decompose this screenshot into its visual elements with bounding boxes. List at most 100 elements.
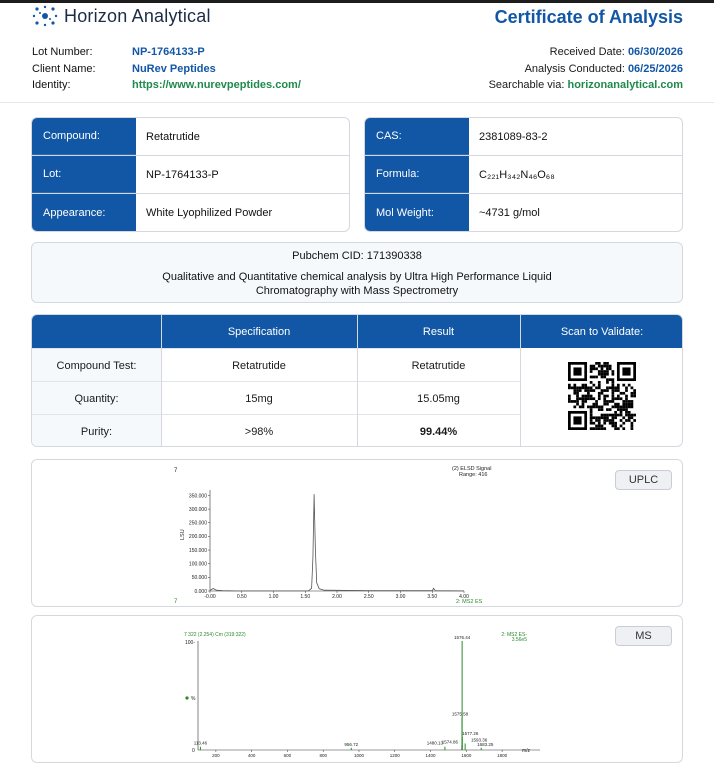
uplc-y-label: LSU <box>180 529 186 540</box>
qr-module <box>568 383 571 387</box>
qr-module <box>611 419 615 422</box>
qr-module <box>584 394 588 398</box>
qr-module <box>625 397 628 401</box>
qr-module <box>581 394 585 398</box>
qr-module <box>611 389 615 392</box>
qr-module <box>595 367 598 371</box>
uplc-x-tick-label: 4.00 <box>459 594 469 600</box>
qr-module <box>606 372 609 376</box>
ms-header-left: 7 322 (2.254) Cm (319:322) <box>184 632 246 638</box>
qr-module <box>611 370 615 373</box>
uplc-axes: 350.000 300.000 250.000 200.000 150.000 100.0… <box>189 490 469 600</box>
col-divider <box>357 315 358 446</box>
qr-module <box>611 378 615 382</box>
qr-module <box>606 402 609 406</box>
qr-module <box>581 400 585 403</box>
qr-module <box>603 364 607 368</box>
qr-module <box>603 419 607 422</box>
qr-module <box>619 413 623 417</box>
qr-module <box>606 381 609 384</box>
qr-module <box>581 397 585 401</box>
qr-module <box>592 397 596 401</box>
formula-label: Formula: <box>365 156 469 193</box>
specification-table: Specification Result Scan to Validate: C… <box>31 314 683 447</box>
brand-logo[interactable]: Horizon Analytical <box>32 5 211 27</box>
col-divider <box>161 315 162 446</box>
ms-x-tick-label: 1800 <box>497 753 508 758</box>
qr-module <box>592 416 596 420</box>
qr-module <box>589 427 593 430</box>
qr-module <box>573 389 577 392</box>
result-cell: Retatrutide <box>411 359 466 372</box>
qr-module <box>630 427 634 430</box>
qr-module <box>589 367 593 371</box>
table-row: Purity: >98% 99.44% <box>32 414 520 446</box>
qr-module <box>627 402 631 406</box>
qr-module <box>625 408 628 411</box>
qr-module <box>622 421 626 425</box>
qr-module <box>576 397 579 401</box>
formula-value: C₂₂₁H₃₄₂N₄₆O₆₈ <box>479 168 555 181</box>
uplc-x-tick-label: 2.00 <box>332 594 342 600</box>
qr-module <box>603 402 607 406</box>
qr-module <box>630 421 634 425</box>
qr-module <box>614 421 617 425</box>
qr-module <box>587 405 590 409</box>
qr-module <box>576 394 579 398</box>
qr-module <box>592 421 596 425</box>
uplc-x-tick-label: 1.00 <box>269 594 279 600</box>
qr-module <box>630 402 634 406</box>
identity-link[interactable]: https://www.nurevpeptides.com/ <box>132 77 301 94</box>
appearance-label: Appearance: <box>32 194 136 231</box>
uplc-y-tick-label: 100.000 <box>189 562 207 568</box>
qr-code-icon[interactable] <box>568 362 636 430</box>
result-cell: 99.44% <box>419 425 458 438</box>
table-row: Quantity: 15mg 15.05mg <box>32 381 520 415</box>
qr-module <box>595 400 598 403</box>
qr-module <box>597 419 601 422</box>
qr-module <box>595 419 598 422</box>
ms-x-tick-label: 1600 <box>461 753 472 758</box>
qr-module <box>581 405 585 409</box>
qr-module <box>570 386 574 390</box>
qr-module <box>633 394 636 398</box>
qr-module <box>595 362 598 365</box>
qr-module <box>608 419 612 422</box>
qr-module <box>616 408 620 411</box>
qr-module <box>614 386 617 390</box>
qr-module <box>611 400 615 403</box>
uplc-x-tick-label: 3.00 <box>396 594 406 600</box>
qr-module <box>606 386 609 390</box>
qr-module <box>606 416 609 420</box>
received-date-value: 06/30/2026 <box>627 46 683 58</box>
qr-module <box>595 405 598 409</box>
cas-label: CAS: <box>365 118 469 155</box>
qr-module <box>611 424 615 428</box>
qr-module <box>625 389 628 392</box>
qr-module <box>622 391 626 395</box>
qr-module <box>587 391 590 395</box>
ms-peak-label: 956.72 <box>344 742 358 747</box>
qr-module <box>603 421 607 425</box>
qr-module <box>606 400 609 403</box>
qr-module <box>600 391 604 395</box>
qr-module <box>603 375 607 379</box>
qr-module <box>603 427 607 430</box>
qr-module <box>611 416 615 420</box>
searchable-link[interactable]: horizonanalytical.com <box>567 79 683 91</box>
brand-name: Horizon Analytical <box>64 5 211 26</box>
qr-module <box>606 389 609 392</box>
qr-module <box>597 397 601 401</box>
ms-y-zero: 0 <box>192 748 195 754</box>
qr-module <box>614 410 617 414</box>
lot-label: Lot: <box>32 156 136 193</box>
qr-module <box>597 372 601 376</box>
ms-peak-label: 113.46 <box>194 741 208 746</box>
qr-module <box>611 372 615 376</box>
qr-module <box>619 419 623 422</box>
ms-x-tick-label: 1200 <box>390 753 401 758</box>
qr-module <box>633 413 636 417</box>
spec-cell: >98% <box>244 425 274 438</box>
qr-module <box>630 391 634 395</box>
qr-module <box>616 389 620 392</box>
